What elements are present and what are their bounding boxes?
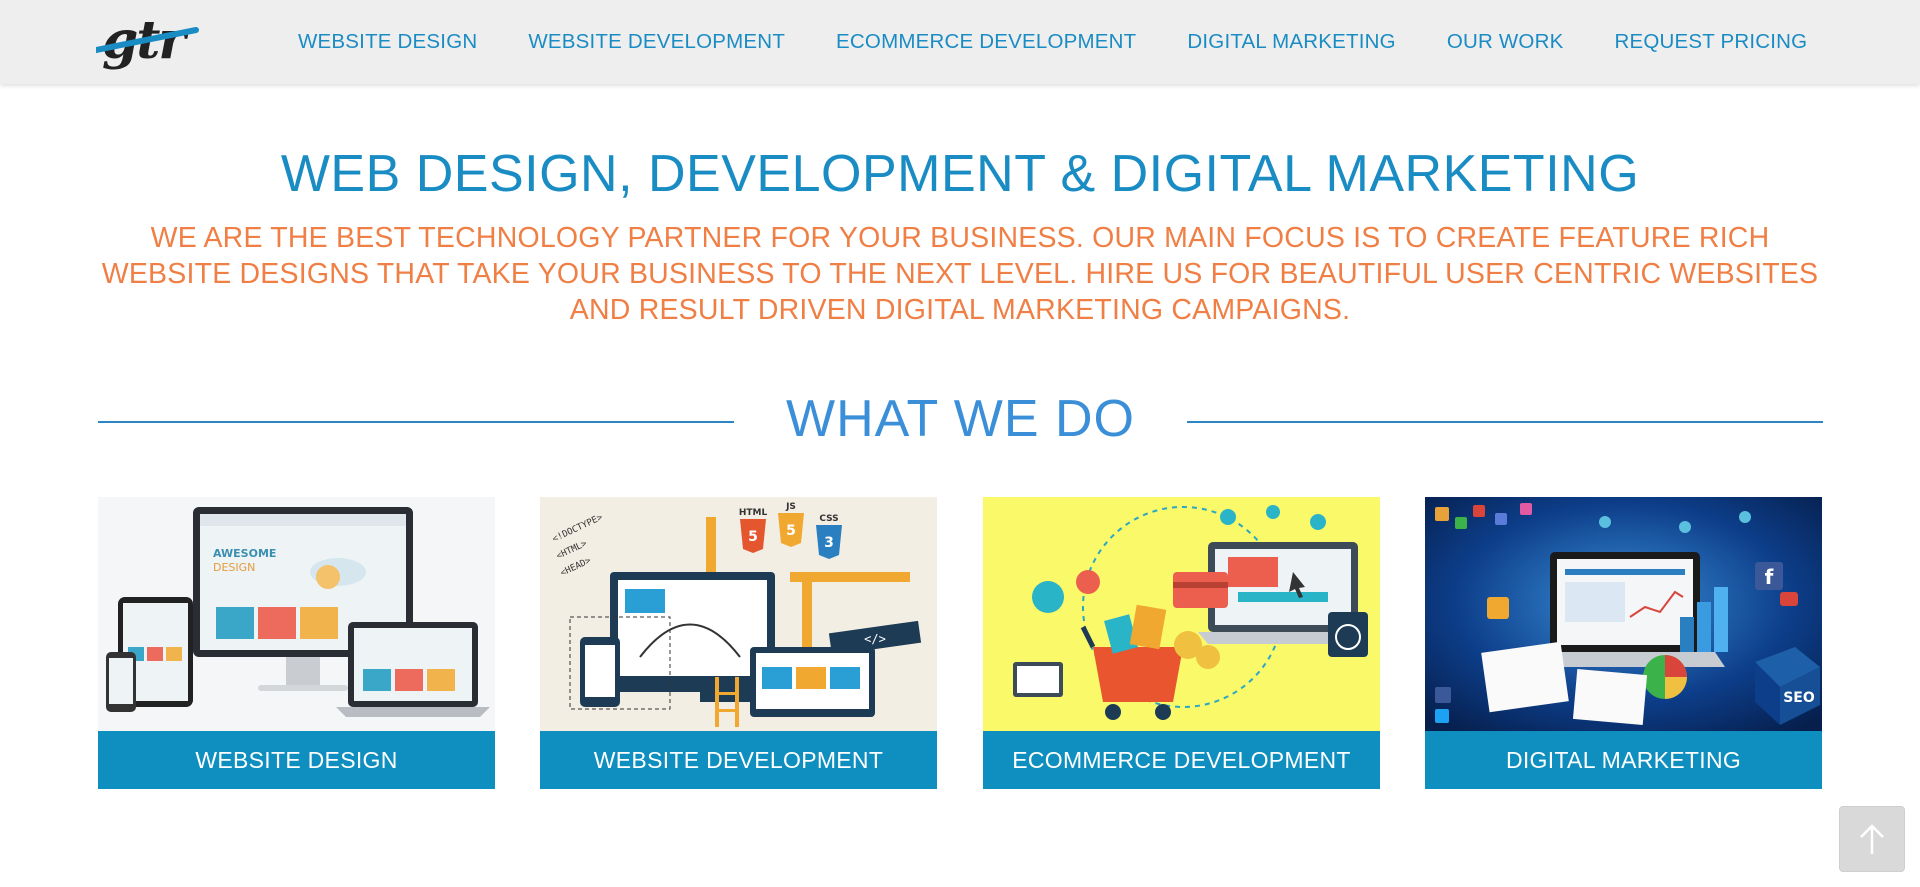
back-to-top-button[interactable]	[1839, 806, 1905, 872]
svg-text:3: 3	[824, 535, 834, 551]
hero-title: WEB DESIGN, DEVELOPMENT & DIGITAL MARKET…	[280, 145, 1640, 203]
site-logo[interactable]: gtr	[96, 12, 200, 72]
service-card-website-development[interactable]: 5 HTML 5 JS 3 CSS <!DOCTYPE> <HTML> <HEA…	[540, 497, 937, 789]
svg-text:DESIGN: DESIGN	[213, 561, 255, 574]
gtr-logo-icon: gtr	[96, 12, 199, 71]
digital-marketing-image: f SEO	[1425, 497, 1822, 731]
nav-ecommerce-development[interactable]: ECOMMERCE DEVELOPMENT	[836, 30, 1136, 54]
svg-text:JS: JS	[785, 502, 796, 512]
svg-text:f: f	[1765, 565, 1774, 589]
nav-website-development[interactable]: WEBSITE DEVELOPMENT	[528, 30, 785, 54]
service-card-ecommerce-development[interactable]: ECOMMERCE DEVELOPMENT	[983, 497, 1380, 789]
svg-text:SEO: SEO	[1783, 690, 1815, 706]
nav-digital-marketing[interactable]: DIGITAL MARKETING	[1187, 30, 1395, 54]
service-label: ECOMMERCE DEVELOPMENT	[983, 731, 1380, 789]
svg-text:AWESOME: AWESOME	[213, 547, 276, 560]
site-header: gtr WEBSITE DESIGN WEBSITE DEVELOPMENT E…	[0, 0, 1920, 84]
web-development-image: 5 HTML 5 JS 3 CSS <!DOCTYPE> <HTML> <HEA…	[540, 497, 937, 731]
nav-request-pricing[interactable]: REQUEST PRICING	[1614, 30, 1807, 54]
responsive-devices-image: AWESOME DESIGN	[98, 497, 495, 731]
svg-text:</>: </>	[864, 632, 886, 646]
service-label: DIGITAL MARKETING	[1425, 731, 1822, 789]
svg-text:5: 5	[748, 529, 758, 545]
service-card-digital-marketing[interactable]: f SEO DIGITAL MARKETING	[1425, 497, 1822, 789]
section-title: WHAT WE DO	[786, 390, 1135, 448]
ecommerce-cart-image	[983, 497, 1380, 731]
svg-text:CSS: CSS	[819, 514, 838, 524]
section-divider-left	[98, 421, 734, 423]
service-card-website-design[interactable]: AWESOME DESIGN WEBSITE DESIGN	[98, 497, 495, 789]
service-label: WEBSITE DEVELOPMENT	[540, 731, 937, 789]
hero-subtitle: WE ARE THE BEST TECHNOLOGY PARTNER FOR Y…	[101, 222, 1819, 326]
nav-our-work[interactable]: OUR WORK	[1447, 30, 1564, 54]
section-divider-right	[1187, 421, 1823, 423]
svg-text:5: 5	[786, 523, 796, 539]
arrow-up-icon	[1860, 824, 1884, 854]
svg-text:HTML: HTML	[739, 508, 768, 518]
nav-website-design[interactable]: WEBSITE DESIGN	[298, 30, 477, 54]
service-label: WEBSITE DESIGN	[98, 731, 495, 789]
main-nav: WEBSITE DESIGN WEBSITE DEVELOPMENT ECOMM…	[298, 0, 1807, 84]
